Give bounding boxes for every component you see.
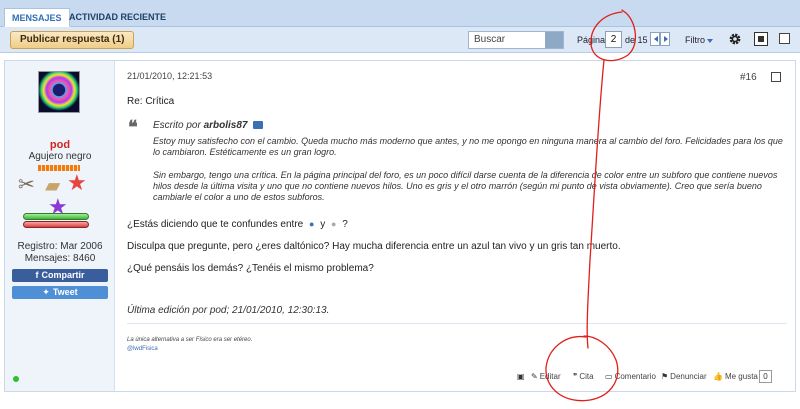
thumbs-up-icon: 👍 — [713, 372, 723, 381]
post-container: pod Agujero negro ✂ ▰ ★ ★ Registro: Mar … — [4, 60, 796, 392]
username[interactable]: pod — [5, 139, 115, 151]
user-sidebar: pod Agujero negro ✂ ▰ ★ ★ Registro: Mar … — [5, 61, 115, 391]
post-date: 21/01/2010, 12:21:53 — [127, 71, 213, 81]
prev-page-icon[interactable] — [650, 32, 660, 46]
tools-badge-icon: ✂ — [18, 174, 35, 196]
signature-link[interactable]: @lwdFisica — [127, 346, 158, 352]
select-all-checkbox[interactable] — [779, 33, 790, 44]
tab-messages[interactable]: MENSAJES — [4, 8, 70, 27]
red-star-badge-icon: ★ — [67, 170, 87, 195]
quote-button[interactable]: ❞ Cita — [573, 372, 594, 381]
user-title: Agujero negro — [28, 151, 92, 162]
page-total: de 15 — [625, 35, 648, 45]
facebook-share-label: Compartir — [41, 270, 85, 280]
next-page-icon[interactable] — [660, 32, 670, 46]
post-text-line: ¿Qué pensáis los demás? ¿Tenéis el mismo… — [127, 263, 374, 274]
tab-strip: MENSAJES ACTIVIDAD RECIENTE — [0, 0, 800, 27]
quote-icon: ❝ — [128, 117, 138, 138]
comment-icon: ▭ — [605, 372, 613, 381]
post-count: Mensajes: 8460 — [24, 253, 96, 264]
post-text-line: ¿Estás diciendo que te confundes entre ●… — [127, 219, 348, 230]
report-label: Denunciar — [670, 372, 707, 381]
quote-label: Cita — [579, 372, 594, 381]
green-level-bar — [23, 213, 89, 220]
like-count: 0 — [759, 370, 772, 383]
thread-toolbar: Publicar respuesta (1) Buscar Página 2 d… — [0, 27, 800, 53]
pencil-icon: ✎ — [531, 372, 538, 381]
chevron-down-icon[interactable] — [707, 39, 713, 43]
post-text: ¿Estás diciendo que te confundes entre — [127, 219, 304, 230]
signature-divider — [127, 323, 787, 324]
quote-header: Escrito por arbolis87 — [153, 120, 264, 131]
search-icon[interactable] — [545, 32, 563, 48]
search-input[interactable]: Buscar — [468, 31, 564, 49]
signature-text: La única alternativa a ser Físico era se… — [127, 337, 253, 343]
post-text: y — [320, 219, 326, 230]
facebook-icon: f — [35, 270, 39, 280]
post-select-checkbox[interactable] — [771, 72, 781, 82]
quote-paragraph: Sin embargo, tengo una crítica. En la pá… — [153, 170, 778, 202]
post-subject: Re: Crítica — [127, 96, 175, 107]
comment-label: Comentario — [614, 372, 656, 381]
edit-button[interactable]: ✎ Editar — [531, 372, 561, 381]
facebook-share-button[interactable]: f Compartir — [12, 269, 108, 282]
panel-toggle-icon[interactable] — [754, 32, 768, 46]
red-level-bar — [23, 221, 89, 228]
filter-dropdown[interactable]: Filtro — [685, 35, 705, 45]
twitter-share-label: Tweet — [52, 287, 78, 297]
quote-mark-icon: ❞ — [573, 372, 578, 381]
edit-note: Última edición por pod; 21/01/2010, 12:3… — [127, 305, 330, 316]
post-text: ? — [342, 219, 348, 230]
grey-forum-icon: ● — [331, 219, 337, 229]
page-number-input[interactable]: 2 — [605, 31, 622, 48]
edit-label: Editar — [539, 372, 561, 381]
quote-prefix: Escrito por — [153, 120, 201, 131]
search-placeholder: Buscar — [474, 34, 506, 45]
flag-icon: ⚑ — [661, 372, 669, 381]
twitter-icon: ✦ — [42, 287, 50, 297]
view-post-icon[interactable] — [253, 121, 264, 130]
gear-icon[interactable] — [728, 32, 742, 46]
tab-recent-activity[interactable]: ACTIVIDAD RECIENTE — [62, 8, 173, 27]
comment-button[interactable]: ▭ Comentario — [605, 372, 656, 381]
post-text-line: Disculpa que pregunte, pero ¿eres daltón… — [127, 241, 621, 252]
report-button[interactable]: ⚑ Denunciar — [661, 372, 707, 381]
quote-author[interactable]: arbolis87 — [204, 120, 248, 131]
page-label: Página — [577, 35, 606, 45]
twitter-share-button[interactable]: ✦ Tweet — [12, 286, 108, 299]
like-button[interactable]: 👍 Me gusta — [713, 372, 758, 381]
post-reply-button[interactable]: Publicar respuesta (1) — [10, 31, 135, 49]
registration-date: Registro: Mar 2006 — [17, 241, 103, 252]
blue-forum-icon: ● — [309, 219, 315, 229]
post-number[interactable]: #16 — [740, 72, 757, 83]
online-status-icon — [13, 376, 19, 382]
avatar[interactable] — [38, 71, 80, 113]
extra-action-icon[interactable]: ▣ — [517, 372, 527, 381]
post-content: 21/01/2010, 12:21:53 #16 Re: Crítica ❝ E… — [116, 61, 795, 391]
like-label: Me gusta — [724, 372, 758, 381]
quote-paragraph: Estoy muy satisfecho con el cambio. Qued… — [153, 136, 783, 157]
